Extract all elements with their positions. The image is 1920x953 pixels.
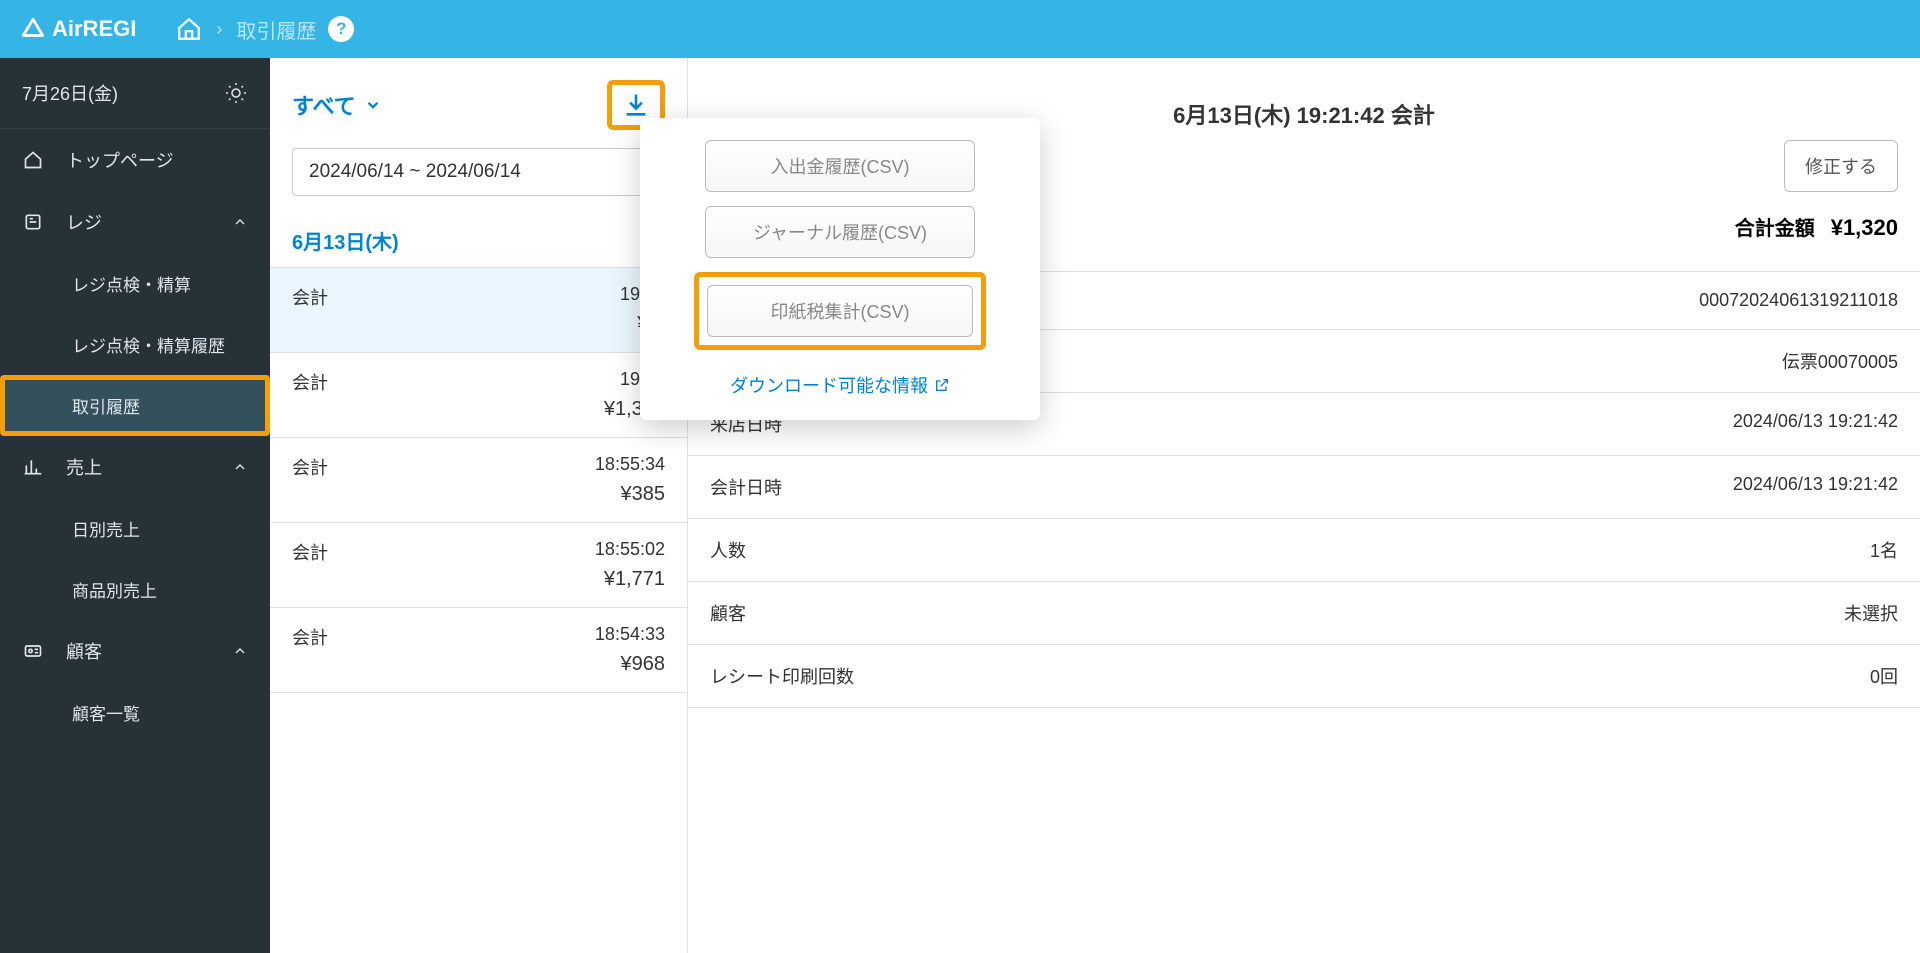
field-label: レシート印刷回数 <box>710 663 854 689</box>
download-stamptax-csv-button[interactable]: 印紙税集計(CSV) <box>707 285 973 337</box>
field-value: 1名 <box>1870 537 1898 563</box>
nav-daily-sales-label: 日別売上 <box>72 521 140 540</box>
field-value: 2024/06/13 19:21:42 <box>1733 474 1898 500</box>
register-icon <box>22 212 44 232</box>
tx-time: 18:54:33 <box>595 624 665 645</box>
tx-label: 会計 <box>292 624 328 676</box>
detail-field-row: 顧客 未選択 <box>688 582 1920 645</box>
download-icon <box>622 91 650 119</box>
transaction-row[interactable]: 会計 18:55:02 ¥1,771 <box>270 523 687 608</box>
detail-field-row: 会計日時 2024/06/13 19:21:42 <box>688 456 1920 519</box>
nav-transaction-history[interactable]: 取引履歴 <box>0 375 270 436</box>
nav-register-check[interactable]: レジ点検・精算 <box>0 253 270 314</box>
nav-customer-label: 顧客 <box>66 638 102 664</box>
nav-product-sales-label: 商品別売上 <box>72 582 157 601</box>
field-value: 未選択 <box>1844 600 1898 626</box>
main-layout: 7月26日(金) トップページ レジ レジ点検・精算 レジ点検・精算履歴 取引履… <box>0 58 1920 953</box>
field-value: 0回 <box>1870 663 1898 689</box>
date-group-header: 6月13日(木) <box>270 214 687 268</box>
home-icon[interactable] <box>176 16 202 42</box>
breadcrumb-text: 取引履歴 <box>236 15 316 44</box>
nav-register-check-history[interactable]: レジ点検・精算履歴 <box>0 314 270 375</box>
tx-right: 18:54:33 ¥968 <box>595 624 665 676</box>
nav-product-sales[interactable]: 商品別売上 <box>0 559 270 620</box>
transaction-row[interactable]: 会計 18:55:34 ¥385 <box>270 438 687 523</box>
download-journal-csv-button[interactable]: ジャーナル履歴(CSV) <box>705 206 975 258</box>
download-info-link[interactable]: ダウンロード可能な情報 <box>730 364 950 398</box>
nav-top-label: トップページ <box>66 147 174 173</box>
current-date: 7月26日(金) <box>22 80 118 106</box>
tx-right: 18:55:34 ¥385 <box>595 454 665 506</box>
download-cash-csv-button[interactable]: 入出金履歴(CSV) <box>705 140 975 192</box>
nav-daily-sales[interactable]: 日別売上 <box>0 498 270 559</box>
nav-transaction-history-label: 取引履歴 <box>72 398 140 417</box>
date-range-text: 2024/06/14 ~ 2024/06/14 <box>309 161 521 182</box>
brand-text: AirREGI <box>52 16 136 42</box>
nav-register-check-label: レジ点検・精算 <box>72 276 191 295</box>
chart-icon <box>22 457 44 477</box>
list-header: すべて <box>270 58 687 140</box>
chevron-up-icon <box>232 459 248 475</box>
tx-label: 会計 <box>292 284 328 336</box>
chevron-down-icon <box>364 96 382 114</box>
nav-customer[interactable]: 顧客 <box>0 620 270 682</box>
tx-amount: ¥385 <box>595 483 665 506</box>
highlighted-option: 印紙税集計(CSV) <box>694 272 986 350</box>
filter-dropdown[interactable]: すべて <box>292 89 382 121</box>
tx-time: 18:55:34 <box>595 454 665 475</box>
detail-field-row: 人数 1名 <box>688 519 1920 582</box>
tx-label: 会計 <box>292 539 328 591</box>
nav-customer-list[interactable]: 顧客一覧 <box>0 682 270 743</box>
total-value: ¥1,320 <box>1831 215 1898 241</box>
transaction-row[interactable]: 会計 19:20 ¥1,353 <box>270 353 687 438</box>
nav-sales[interactable]: 売上 <box>0 436 270 498</box>
brand-logo[interactable]: AirREGI <box>20 16 136 42</box>
nav-sales-label: 売上 <box>66 454 102 480</box>
main-content: すべて 2024/06/14 ~ 2024/06/14 6月13日(木) 会計 … <box>270 58 1920 953</box>
breadcrumb-sep: › <box>216 19 222 40</box>
download-info-text: ダウンロード可能な情報 <box>730 372 928 398</box>
chevron-up-icon <box>232 643 248 659</box>
edit-button[interactable]: 修正する <box>1784 140 1898 192</box>
external-link-icon <box>934 377 950 393</box>
field-label: 会計日時 <box>710 474 782 500</box>
field-value: 2024/06/13 19:21:42 <box>1733 411 1898 437</box>
tx-amount: ¥968 <box>595 653 665 676</box>
field-label: 顧客 <box>710 600 746 626</box>
logo-icon <box>20 16 46 42</box>
tx-right: 18:55:02 ¥1,771 <box>595 539 665 591</box>
home-nav-icon <box>22 150 44 170</box>
field-value: 00072024061319211018 <box>1699 290 1898 311</box>
help-icon[interactable]: ? <box>328 16 354 42</box>
sidebar: 7月26日(金) トップページ レジ レジ点検・精算 レジ点検・精算履歴 取引履… <box>0 58 270 953</box>
nav-top-page[interactable]: トップページ <box>0 129 270 191</box>
transaction-list-panel: すべて 2024/06/14 ~ 2024/06/14 6月13日(木) 会計 … <box>270 58 688 953</box>
tx-time: 18:55:02 <box>595 539 665 560</box>
customer-icon <box>22 641 44 661</box>
transaction-row[interactable]: 会計 18:54:33 ¥968 <box>270 608 687 693</box>
sidebar-date: 7月26日(金) <box>0 58 270 129</box>
date-range-input[interactable]: 2024/06/14 ~ 2024/06/14 <box>292 148 665 196</box>
filter-label: すべて <box>292 89 356 121</box>
transaction-row[interactable]: 会計 19:21 ¥1, <box>270 268 687 353</box>
tx-amount: ¥1,771 <box>595 568 665 591</box>
nav-register[interactable]: レジ <box>0 191 270 253</box>
total-label: 合計金額 <box>1735 212 1815 241</box>
field-value: 伝票00070005 <box>1782 348 1898 374</box>
download-popup: 入出金履歴(CSV) ジャーナル履歴(CSV) 印紙税集計(CSV) ダウンロー… <box>640 118 1040 420</box>
nav-register-label: レジ <box>66 209 102 235</box>
nav-customer-list-label: 顧客一覧 <box>72 705 140 724</box>
tx-label: 会計 <box>292 369 328 421</box>
tx-label: 会計 <box>292 454 328 506</box>
chevron-up-icon <box>232 214 248 230</box>
app-header: AirREGI › 取引履歴 ? <box>0 0 1920 58</box>
field-label: 人数 <box>710 537 746 563</box>
detail-field-row: レシート印刷回数 0回 <box>688 645 1920 708</box>
nav-register-check-history-label: レジ点検・精算履歴 <box>72 337 225 356</box>
weather-icon[interactable] <box>224 81 248 105</box>
